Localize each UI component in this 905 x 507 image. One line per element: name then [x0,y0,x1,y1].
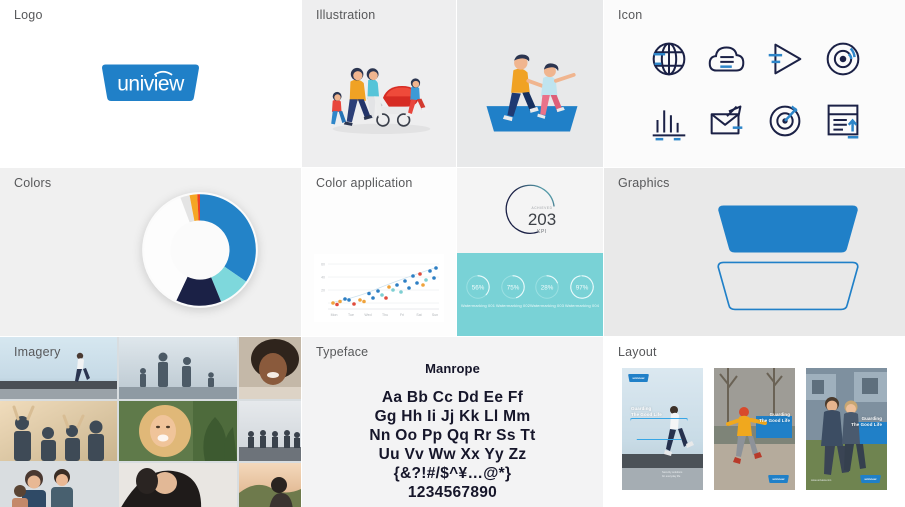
panel-layout: Layout uniview Guarding The Good Life Se… [604,337,905,507]
svg-text:203: 203 [528,210,556,229]
specimen-row: Gg Hh Ii Jj Kk Ll Mm [374,408,531,425]
kpi-mini-caption: Watermarking 004 [564,304,599,309]
svg-text:uniview: uniview [117,73,185,96]
svg-text:Sun: Sun [432,313,438,317]
specimen-row: Nn Oo Pp Qq Rr Ss Tt [369,427,536,444]
imagery-mosaic [0,337,301,507]
send-arrow-icon[interactable] [762,36,808,82]
poster-logo: uniview [860,475,881,483]
envelope-share-icon[interactable] [704,97,750,143]
specimen-row: {&?!#/$^¥…@*} [393,465,512,482]
panel-label-layout: Layout [618,345,657,359]
photo-celebrating-group [0,401,117,461]
specimen-row: Uu Vv Ww Xx Yy Zz [378,446,527,463]
svg-text:60: 60 [321,263,325,267]
kpi-gauge-chart: ACHIEVED 203 KPI [490,178,570,246]
poster-footnote: www.uniview.com [811,478,832,482]
panel-imagery: Imagery [0,337,301,507]
panel-label-typeface: Typeface [316,345,369,359]
poster-logo-text: uniview [632,376,645,380]
photo-family-walking [119,337,237,399]
poster-logo: uniview [628,374,649,382]
poster-logo-text: uniview [864,477,877,481]
kpi-mini-value-2: 28% [541,284,554,291]
svg-text:Wed: Wed [364,313,371,317]
poster-footnote: Security solutions for everyday life [662,471,683,478]
panel-label-illustration: Illustration [316,8,376,22]
photo-smiling-woman [239,337,301,399]
photo-friends-on-wall [239,401,301,461]
panel-kpi-gauge: ACHIEVED 203 KPI [457,168,603,253]
poster-headline: Guarding The Good Life [631,406,662,417]
panel-label-icon: Icon [618,8,643,22]
poster-logo: uniview [768,475,789,483]
cloud-document-icon[interactable] [704,36,750,82]
uniview-logo: uniview [99,63,202,103]
kpi-mini-value-3: 97% [575,284,588,291]
panel-icon: Icon [604,0,905,167]
poster-headline: Guarding The Good Life [759,412,790,423]
typeface-family-name: Manrope [425,361,480,376]
svg-text:Thu: Thu [382,313,388,317]
photo-family-hug [0,463,117,507]
panel-label-colors: Colors [14,176,52,190]
panel-typeface: Typeface Manrope Aa Bb Cc Dd Ee Ff Gg Hh… [302,337,603,507]
panel-color-application: Color application 60 40 20 Mon Tue Wed T… [302,168,456,336]
illustration-family-with-stroller [331,67,431,135]
kpi-mini-row: 56% Watermarking 001 75% Watermarking 00… [461,273,599,329]
scatter-chart: 60 40 20 Mon Tue Wed Thu Fri Sat Sun [314,254,444,322]
photo-laughing-woman-palms [119,401,237,461]
panel-label-graphics: Graphics [618,176,670,190]
illustration-couple-on-platform [486,54,578,132]
panel-graphics: Graphics [604,168,905,336]
globe-icon[interactable] [646,36,692,82]
svg-text:KPI: KPI [537,229,547,235]
panel-label-imagery: Imagery [14,345,61,359]
icon-grid [640,28,872,150]
panel-illustration-right [457,0,603,167]
poster-trapezoid-graphic [630,418,688,440]
trapezoid-outline [717,261,859,311]
poster-headline: Guarding The Good Life [851,416,882,427]
photo-man-landscape [239,463,301,507]
kpi-mini-item: 75% Watermarking 002 [496,273,530,309]
trapezoid-filled [718,205,858,253]
panel-illustration-left: Illustration [302,0,456,167]
svg-text:40: 40 [321,276,325,280]
svg-text:ACHIEVED: ACHIEVED [531,206,552,210]
poster-gallery: uniview Guarding The Good Life Security … [622,368,887,490]
kpi-mini-item: 56% Watermarking 001 [461,273,495,309]
poster-jumping-man[interactable]: Guarding The Good Life uniview [714,368,795,490]
panel-label-logo: Logo [14,8,43,22]
specimen-row: Aa Bb Cc Dd Ee Ff [381,389,524,406]
typeface-specimen: Manrope Aa Bb Cc Dd Ee Ff Gg Hh Ii Jj Kk… [302,361,603,502]
document-upload-icon[interactable] [820,97,866,143]
panel-label-color-application: Color application [316,176,413,190]
svg-text:Sat: Sat [416,313,421,317]
poster-logo-text: uniview [772,477,785,481]
svg-text:Mon: Mon [331,313,338,317]
kpi-mini-value-1: 75% [506,284,519,291]
specimen-row: 1234567890 [407,484,498,501]
typeface-specimen-rows: Aa Bb Cc Dd Ee Ff Gg Hh Ii Jj Kk Ll Mm N… [302,388,603,502]
kpi-mini-value-0: 56% [472,284,485,291]
brand-color-donut-chart [138,188,262,312]
bar-chart-icon[interactable] [646,97,692,143]
graphic-trapezoid-shapes [712,204,864,314]
kpi-mini-item: 28% Watermarking 003 [530,273,564,309]
photo-embrace-dark [119,463,237,507]
radar-target-icon[interactable] [762,97,808,143]
disc-icon[interactable] [820,36,866,82]
svg-text:20: 20 [321,289,325,293]
kpi-mini-item: 97% Watermarking 004 [565,273,599,309]
poster-couple-house[interactable]: Guarding The Good Life www.uniview.com u… [806,368,887,490]
panel-logo: Logo uniview [0,0,301,167]
svg-text:Fri: Fri [400,313,404,317]
brand-style-guide-board: Logo uniview Illustration Icon Colors Co… [0,0,905,507]
poster-runner[interactable]: uniview Guarding The Good Life Security … [622,368,703,490]
panel-kpi-mini: 56% Watermarking 001 75% Watermarking 00… [457,253,603,336]
svg-text:Tue: Tue [348,313,354,317]
